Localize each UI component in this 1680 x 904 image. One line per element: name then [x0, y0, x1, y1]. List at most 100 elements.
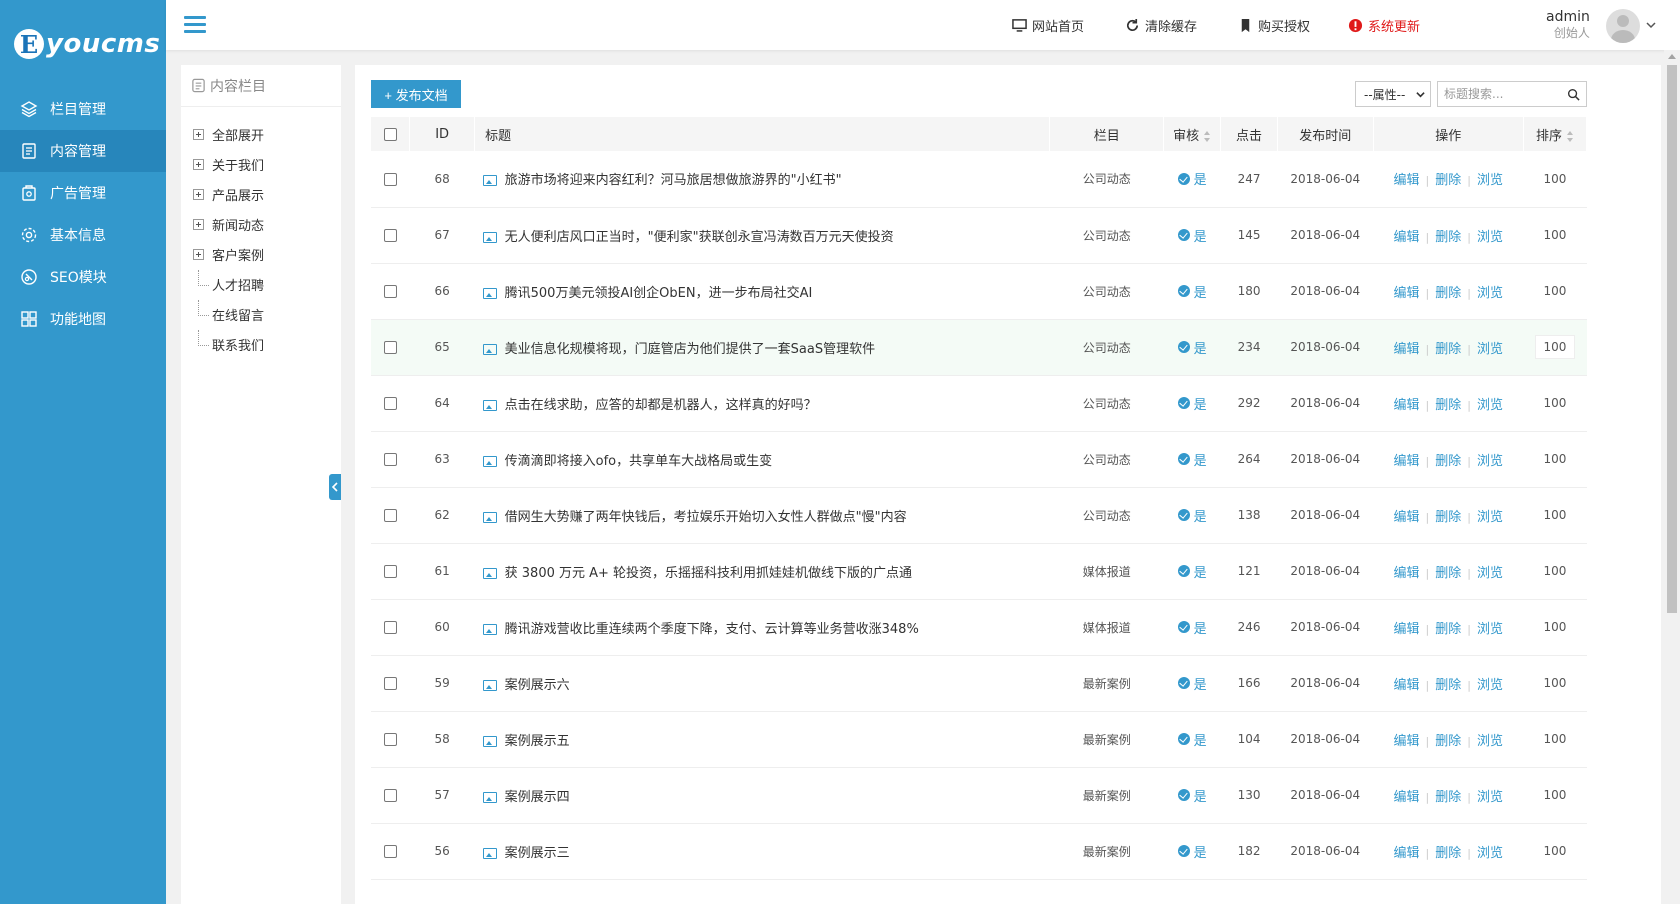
- row-checkbox[interactable]: [383, 285, 397, 298]
- delete-link[interactable]: 删除: [1435, 622, 1461, 637]
- sort-value-input[interactable]: 100: [1536, 616, 1575, 638]
- row-checkbox[interactable]: [383, 621, 397, 634]
- audit-status[interactable]: 是: [1177, 169, 1207, 188]
- menu-toggle-icon[interactable]: [184, 16, 206, 34]
- sort-value-input[interactable]: 100: [1536, 224, 1575, 246]
- audit-status[interactable]: 是: [1177, 786, 1207, 805]
- row-checkbox[interactable]: [383, 397, 397, 410]
- view-link[interactable]: 浏览: [1477, 566, 1503, 581]
- audit-status[interactable]: 是: [1177, 674, 1207, 693]
- delete-link[interactable]: 删除: [1435, 398, 1461, 413]
- sort-value-input[interactable]: 100: [1536, 840, 1575, 862]
- sort-value-input[interactable]: 100: [1534, 335, 1576, 359]
- audit-status[interactable]: 是: [1177, 394, 1207, 413]
- tree-item[interactable]: 人才招聘: [181, 269, 341, 299]
- view-link[interactable]: 浏览: [1477, 454, 1503, 469]
- edit-link[interactable]: 编辑: [1393, 678, 1419, 693]
- delete-link[interactable]: 删除: [1435, 173, 1461, 188]
- delete-link[interactable]: 删除: [1435, 286, 1461, 301]
- sort-value-input[interactable]: 100: [1536, 280, 1575, 302]
- tree-item[interactable]: 新闻动态: [181, 209, 341, 239]
- audit-status[interactable]: 是: [1177, 450, 1207, 469]
- sidebar-item-2[interactable]: 广告管理: [0, 172, 166, 214]
- site-home-link[interactable]: 网站首页: [1012, 0, 1084, 50]
- delete-link[interactable]: 删除: [1435, 734, 1461, 749]
- view-link[interactable]: 浏览: [1477, 622, 1503, 637]
- row-title[interactable]: 旅游市场将迎来内容红利？河马旅居想做旅游界的"小红书": [505, 173, 842, 188]
- view-link[interactable]: 浏览: [1477, 230, 1503, 245]
- buy-license-link[interactable]: 购买授权: [1238, 0, 1310, 50]
- audit-status[interactable]: 是: [1177, 562, 1207, 581]
- view-link[interactable]: 浏览: [1477, 342, 1503, 357]
- expand-plus-icon[interactable]: [193, 128, 204, 140]
- row-title[interactable]: 案例展示六: [505, 678, 570, 693]
- row-title[interactable]: 案例展示四: [505, 790, 570, 805]
- delete-link[interactable]: 删除: [1435, 566, 1461, 581]
- tree-item[interactable]: 在线留言: [181, 299, 341, 329]
- row-title[interactable]: 传滴滴即将接入ofo，共享单车大战格局或生变: [505, 454, 772, 469]
- audit-status[interactable]: 是: [1177, 842, 1207, 861]
- view-link[interactable]: 浏览: [1477, 790, 1503, 805]
- delete-link[interactable]: 删除: [1435, 846, 1461, 861]
- row-checkbox[interactable]: [383, 172, 397, 186]
- chevron-down-icon[interactable]: [1646, 20, 1656, 30]
- tree-item[interactable]: 联系我们: [181, 329, 341, 359]
- tree-item[interactable]: 客户案例: [181, 239, 341, 269]
- view-link[interactable]: 浏览: [1477, 678, 1503, 693]
- edit-link[interactable]: 编辑: [1393, 566, 1419, 581]
- expand-plus-icon[interactable]: [193, 158, 204, 170]
- delete-link[interactable]: 删除: [1435, 230, 1461, 245]
- row-title[interactable]: 借网生大势赚了两年快钱后，考拉娱乐开始切入女性人群做点"慢"内容: [505, 510, 907, 525]
- delete-link[interactable]: 删除: [1435, 790, 1461, 805]
- row-checkbox[interactable]: [383, 341, 397, 354]
- select-all-checkbox[interactable]: [383, 127, 397, 141]
- row-checkbox[interactable]: [383, 453, 397, 466]
- audit-status[interactable]: 是: [1177, 506, 1207, 525]
- row-title[interactable]: 案例展示五: [505, 734, 570, 749]
- audit-status[interactable]: 是: [1177, 226, 1207, 245]
- audit-status[interactable]: 是: [1177, 618, 1207, 637]
- expand-plus-icon[interactable]: [193, 188, 204, 200]
- expand-plus-icon[interactable]: [193, 248, 204, 260]
- edit-link[interactable]: 编辑: [1393, 398, 1419, 413]
- audit-status[interactable]: 是: [1177, 730, 1207, 749]
- sort-value-input[interactable]: 100: [1536, 728, 1575, 750]
- clear-cache-link[interactable]: 清除缓存: [1125, 0, 1197, 50]
- sidebar-item-1[interactable]: 内容管理: [0, 130, 166, 172]
- sort-value-input[interactable]: 100: [1536, 504, 1575, 526]
- search-icon[interactable]: [1567, 88, 1580, 101]
- delete-link[interactable]: 删除: [1435, 678, 1461, 693]
- edit-link[interactable]: 编辑: [1393, 454, 1419, 469]
- tree-item[interactable]: 产品展示: [181, 179, 341, 209]
- row-title[interactable]: 获 3800 万元 A+ 轮投资，乐摇摇科技利用抓娃娃机做线下版的广点通: [505, 566, 912, 581]
- col-audit[interactable]: 审核: [1163, 117, 1222, 151]
- delete-link[interactable]: 删除: [1435, 342, 1461, 357]
- sort-value-input[interactable]: 100: [1536, 560, 1575, 582]
- edit-link[interactable]: 编辑: [1393, 286, 1419, 301]
- row-checkbox[interactable]: [383, 677, 397, 690]
- row-checkbox[interactable]: [383, 565, 397, 578]
- edit-link[interactable]: 编辑: [1393, 622, 1419, 637]
- row-title[interactable]: 美业信息化规模将现，门庭管店为他们提供了一套SaaS管理软件: [505, 342, 875, 357]
- audit-status[interactable]: 是: [1177, 338, 1207, 357]
- row-title[interactable]: 点击在线求助，应答的却都是机器人，这样真的好吗？: [505, 398, 817, 413]
- sort-value-input[interactable]: 100: [1536, 448, 1575, 470]
- edit-link[interactable]: 编辑: [1393, 342, 1419, 357]
- edit-link[interactable]: 编辑: [1393, 734, 1419, 749]
- sort-value-input[interactable]: 100: [1536, 392, 1575, 414]
- row-title[interactable]: 无人便利店风口正当时，"便利家"获联创永宣冯涛数百万元天使投资: [505, 230, 894, 245]
- view-link[interactable]: 浏览: [1477, 510, 1503, 525]
- row-checkbox[interactable]: [383, 845, 397, 858]
- sidebar-item-4[interactable]: SEO模块: [0, 256, 166, 298]
- view-link[interactable]: 浏览: [1477, 173, 1503, 188]
- sidebar-item-5[interactable]: 功能地图: [0, 298, 166, 340]
- sidebar-item-3[interactable]: 基本信息: [0, 214, 166, 256]
- audit-status[interactable]: 是: [1177, 282, 1207, 301]
- tree-item[interactable]: 全部展开: [181, 119, 341, 149]
- col-sort[interactable]: 排序: [1523, 117, 1588, 151]
- edit-link[interactable]: 编辑: [1393, 790, 1419, 805]
- row-title[interactable]: 腾讯游戏营收比重连续两个季度下降，支付、云计算等业务营收涨348%: [505, 622, 919, 637]
- edit-link[interactable]: 编辑: [1393, 510, 1419, 525]
- delete-link[interactable]: 删除: [1435, 510, 1461, 525]
- scrollbar-thumb[interactable]: [1667, 65, 1677, 613]
